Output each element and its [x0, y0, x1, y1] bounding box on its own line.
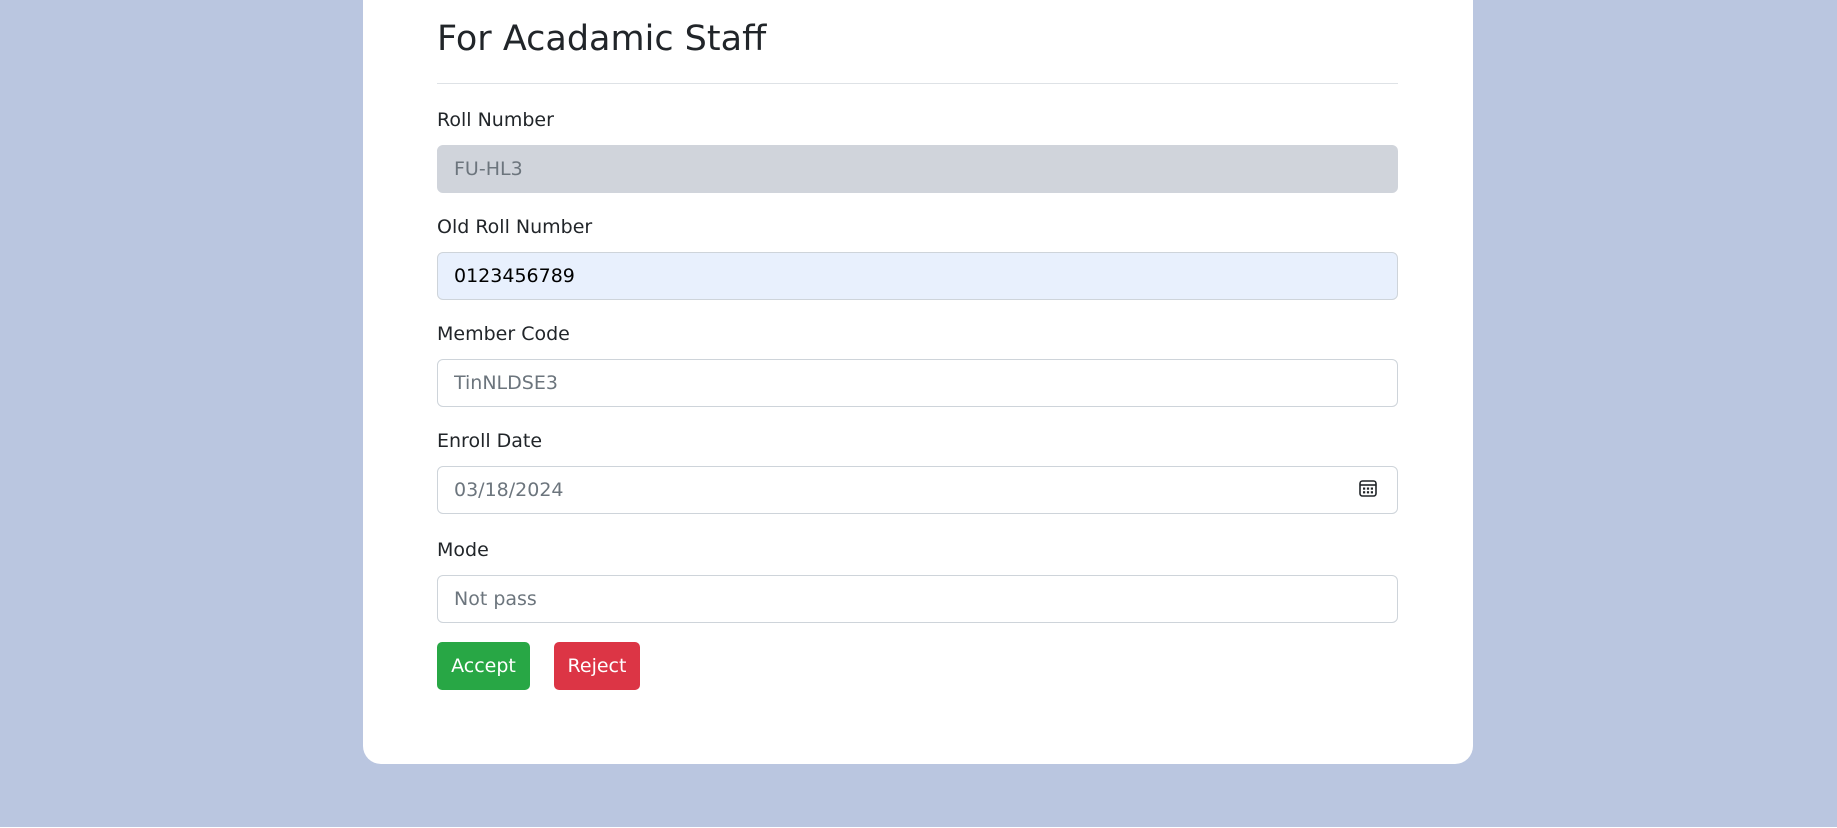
reject-button[interactable]: Reject	[554, 642, 640, 690]
title-divider	[437, 83, 1398, 84]
enroll-date-label: Enroll Date	[437, 430, 543, 452]
old-roll-number-input[interactable]	[437, 252, 1398, 300]
enroll-date-input[interactable]	[437, 466, 1398, 514]
accept-button[interactable]: Accept	[437, 642, 530, 690]
old-roll-number-label: Old Roll Number	[437, 216, 593, 238]
mode-input[interactable]	[437, 575, 1398, 623]
member-code-input[interactable]	[437, 359, 1398, 407]
roll-number-label: Roll Number	[437, 109, 554, 131]
page-title: For Acadamic Staff	[437, 19, 767, 59]
member-code-label: Member Code	[437, 323, 570, 345]
calendar-icon[interactable]	[1358, 478, 1378, 498]
mode-label: Mode	[437, 539, 489, 561]
roll-number-input[interactable]	[437, 145, 1398, 193]
